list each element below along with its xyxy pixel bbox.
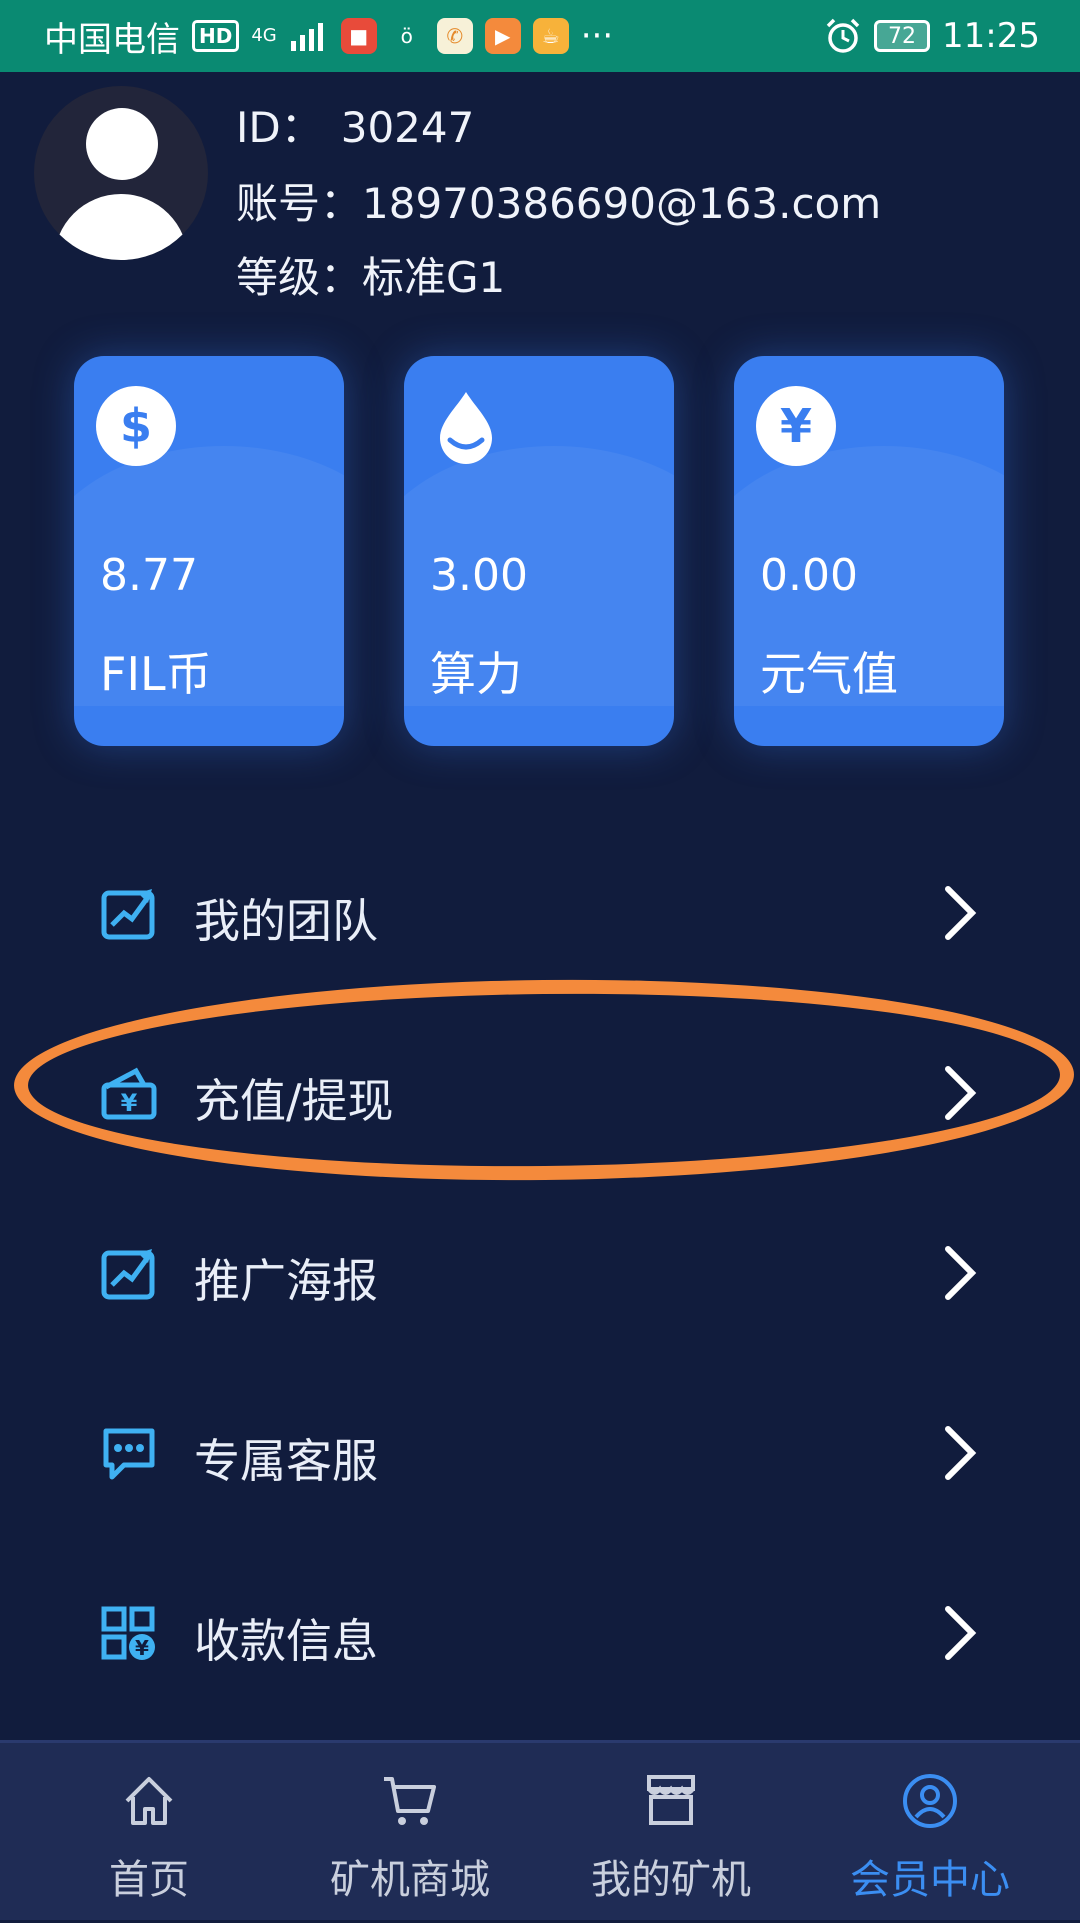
clock-time: 11:25 (942, 16, 1040, 56)
home-icon (125, 1777, 173, 1825)
qr-yen-icon: ¥ (101, 1606, 155, 1660)
menu-item-payment-info[interactable]: ¥ 收款信息 (0, 1573, 1080, 1693)
user-id-line: ID： 30247 (236, 94, 474, 155)
menu-item-label: 收款信息 (194, 1614, 378, 1668)
menu-item-label: 推广海报 (194, 1254, 378, 1308)
tab-label: 矿机商城 (330, 1857, 490, 1903)
battery-indicator: 72 (874, 20, 931, 52)
card-value: 8.77 (100, 550, 198, 601)
tab-my-miners[interactable]: 我的矿机 (536, 1743, 806, 1923)
avatar-body (54, 194, 188, 260)
menu-item-label: 我的团队 (194, 894, 378, 948)
tab-home[interactable]: 首页 (14, 1743, 284, 1923)
chat-bubble-icon (103, 1428, 155, 1480)
cup-app-icon: ☕ (532, 18, 569, 54)
level-line: 等级：标准G1 (236, 244, 505, 305)
card-fil[interactable]: $ 8.77 FIL币 (74, 356, 344, 746)
menu-item-support[interactable]: 专属客服 (0, 1393, 1080, 1513)
signal-icon (290, 23, 323, 51)
user-id-value: 30247 (340, 103, 475, 152)
card-value: 0.00 (760, 550, 858, 601)
user-id-label: ID： (236, 103, 323, 152)
video-app-icon: ▶ (484, 18, 521, 54)
tab-label: 会员中心 (850, 1857, 1010, 1903)
trend-chart-icon (101, 889, 155, 940)
dollar-icon: $ (96, 386, 176, 466)
status-right: 72 11:25 (824, 16, 1040, 56)
cart-icon (384, 1777, 436, 1825)
hd-badge: HD (192, 20, 240, 52)
avatar-head (86, 108, 158, 180)
app-notification-icon: ■ (340, 18, 377, 54)
avatar[interactable] (34, 86, 208, 260)
more-notifications: ··· (580, 16, 614, 56)
chevron-right-icon (945, 1246, 977, 1300)
chevron-right-icon (945, 1426, 977, 1480)
card-value: 3.00 (430, 550, 528, 601)
card-hashrate[interactable]: 3.00 算力 (404, 356, 674, 746)
tab-label: 我的矿机 (591, 1857, 751, 1903)
carrier-name: 中国电信 (44, 19, 180, 60)
menu-item-label: 专属客服 (194, 1434, 378, 1488)
account-label: 账号： (236, 179, 363, 228)
trend-chart-icon (101, 1249, 155, 1300)
phone-app-icon: ✆ (436, 18, 473, 54)
chevron-right-icon (945, 1606, 977, 1660)
level-label: 等级： (236, 253, 363, 302)
highlight-circle-annotation (12, 974, 1076, 1186)
user-circle-icon (903, 1774, 957, 1828)
chevron-right-icon (945, 886, 977, 940)
account-line: 账号：18970386690@163.com (236, 170, 881, 231)
menu-item-team[interactable]: 我的团队 (0, 853, 1080, 973)
alarm-bell-icon: ö (400, 24, 413, 48)
alarm-clock-icon (826, 18, 860, 53)
stat-cards: $ 8.77 FIL币 3.00 算力 ¥ 0.00 元气值 (0, 356, 1080, 746)
card-name: 元气值 (760, 647, 898, 701)
account-value: 18970386690@163.com (362, 179, 882, 228)
tab-member-center[interactable]: 会员中心 (795, 1743, 1065, 1923)
tab-label: 首页 (109, 1857, 189, 1903)
card-name: 算力 (430, 647, 522, 701)
menu-item-poster[interactable]: 推广海报 (0, 1213, 1080, 1333)
water-drop-icon (426, 386, 506, 466)
water-drop-svg (440, 392, 492, 464)
profile-header: ID： 30247 账号：18970386690@163.com 等级：标准G1 (0, 72, 1080, 312)
status-bar: 中国电信 HD 4G ■ ö ✆ ▶ ☕ ··· 72 11:25 (0, 0, 1080, 72)
tab-miner-store[interactable]: 矿机商城 (275, 1743, 545, 1923)
card-name: FIL币 (100, 647, 212, 701)
level-value: 标准G1 (362, 253, 506, 302)
bottom-tab-bar: 首页 矿机商城 我的矿机 会员中心 (0, 1740, 1080, 1920)
yen-icon: ¥ (756, 386, 836, 466)
card-energy[interactable]: ¥ 0.00 元气值 (734, 356, 1004, 746)
store-icon (647, 1775, 695, 1825)
status-left: 中国电信 HD 4G ■ ö ✆ ▶ ☕ ··· (44, 12, 613, 61)
network-type: 4G (251, 25, 277, 46)
svg-text:¥: ¥ (135, 1636, 149, 1660)
